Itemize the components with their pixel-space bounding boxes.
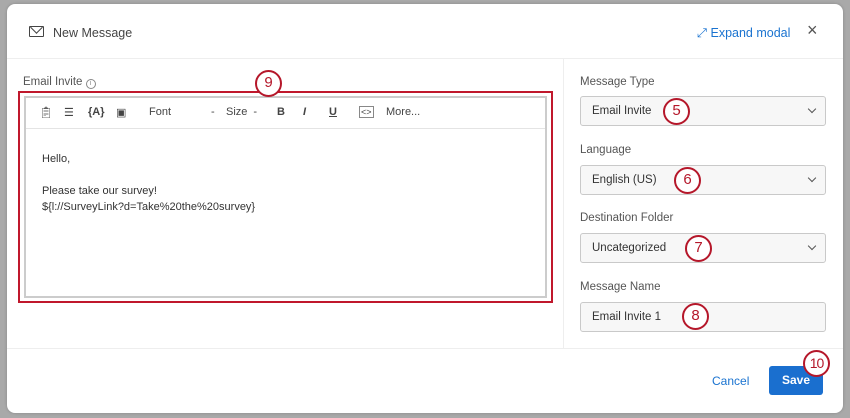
body-line: Hello, [42, 153, 71, 165]
body-line: Please take our survey! [42, 185, 157, 197]
expand-icon: ⤢ [697, 26, 711, 40]
footer-divider [7, 348, 843, 349]
paste-icon[interactable]: 📋︎ [39, 106, 53, 119]
info-icon: i [85, 79, 96, 89]
callout-7: 7 [685, 235, 712, 262]
callout-9: 9 [255, 70, 282, 97]
language-select[interactable]: English (US) [580, 165, 826, 195]
message-name-label: Message Name [580, 281, 661, 293]
language-label: Language [580, 144, 632, 156]
close-icon[interactable]: × [807, 20, 818, 41]
italic-button[interactable]: I [303, 106, 306, 118]
callout-8: 8 [682, 303, 709, 330]
editor-body[interactable]: Hello, Please take our survey! ${l://Sur… [42, 151, 255, 215]
image-icon[interactable]: ▣ [116, 106, 126, 119]
survey-link-text: ${l://SurveyLink?d=Take%20the%20survey} [42, 201, 256, 213]
header-divider [7, 58, 843, 59]
panel-divider [563, 58, 564, 348]
message-type-label: Message Type [580, 76, 655, 88]
list-icon[interactable]: ☰ [64, 106, 74, 119]
size-select[interactable]: Size - [226, 106, 257, 118]
piped-text-icon[interactable]: {A} [88, 106, 105, 118]
source-icon[interactable]: <> [359, 106, 374, 118]
underline-button[interactable]: U [329, 106, 337, 118]
font-select[interactable]: Font - [149, 106, 215, 118]
rich-text-editor[interactable]: 📋︎ ☰ {A} ▣ Font - Size - B I U <> More... … [24, 96, 547, 298]
new-message-modal: New Message ⤢ Expand modal × Email Invit… [7, 4, 843, 413]
chevron-down-icon [807, 104, 817, 114]
chevron-down-icon [807, 241, 817, 251]
cancel-button[interactable]: Cancel [712, 374, 749, 388]
expand-label: Expand modal [710, 26, 791, 40]
email-invite-label: Email Invite i [23, 76, 96, 89]
chevron-down-icon [807, 173, 817, 183]
bold-button[interactable]: B [277, 106, 285, 118]
destination-folder-label: Destination Folder [580, 212, 674, 224]
callout-5: 5 [663, 98, 690, 125]
callout-6: 6 [674, 167, 701, 194]
expand-modal-link[interactable]: ⤢ Expand modal [697, 26, 790, 41]
modal-title: New Message [53, 26, 133, 40]
editor-toolbar: 📋︎ ☰ {A} ▣ Font - Size - B I U <> More... [26, 98, 545, 129]
message-type-select[interactable]: Email Invite [580, 96, 826, 126]
mail-icon [29, 26, 44, 37]
callout-10: 10 [803, 350, 830, 377]
more-button[interactable]: More... [386, 106, 420, 118]
